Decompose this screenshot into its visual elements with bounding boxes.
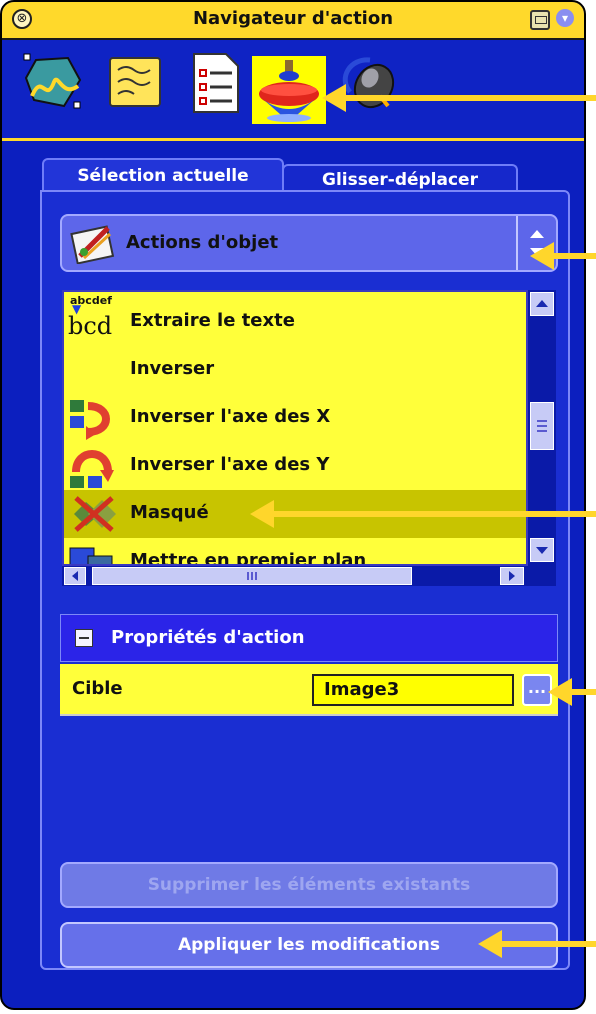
title-bar: ⊗ Navigateur d'action ▾ [2, 2, 584, 40]
annotation-arrow [478, 930, 596, 958]
window-title: Navigateur d'action [192, 8, 394, 29]
dock-icon[interactable] [530, 10, 550, 30]
object-actions-icon [70, 222, 116, 268]
list-item[interactable]: Inverser l'axe des Y [64, 442, 526, 490]
list-item[interactable]: Mettre en premier plan [64, 538, 526, 564]
signature-icon[interactable] [22, 52, 82, 110]
list-item[interactable]: abcdef ▼ bcd Extraire le texte [64, 294, 526, 346]
scroll-thumb[interactable] [92, 567, 412, 585]
scroll-corner [528, 566, 556, 586]
property-name: Cible [72, 678, 123, 699]
toolbar [2, 40, 584, 141]
scroll-right-button[interactable] [500, 567, 524, 585]
property-row-target: Cible Image3 ... [60, 664, 558, 716]
annotation-arrow [530, 242, 596, 270]
category-select-value: Actions d'objet [126, 232, 279, 253]
scroll-left-button[interactable] [64, 567, 86, 585]
actions-list: abcdef ▼ bcd Extraire le texte Inverser … [62, 290, 528, 566]
sticky-note-icon[interactable] [106, 52, 164, 110]
extract-text-icon: abcdef ▼ bcd [68, 294, 113, 340]
category-select[interactable]: Actions d'objet [60, 214, 558, 272]
horizontal-scrollbar[interactable] [62, 566, 528, 586]
collapse-icon[interactable] [75, 629, 93, 647]
tab-current-selection[interactable]: Sélection actuelle [42, 158, 284, 194]
scroll-thumb[interactable] [530, 402, 554, 450]
flip-y-icon [68, 442, 120, 494]
annotation-arrow [548, 678, 596, 706]
spinning-top-icon[interactable] [252, 56, 326, 124]
annotation-arrow [250, 500, 596, 528]
hidden-icon [70, 494, 120, 538]
delete-existing-button[interactable]: Supprimer les éléments existants [60, 862, 558, 908]
bring-to-front-icon [68, 542, 120, 564]
scroll-up-button[interactable] [530, 292, 554, 316]
scroll-down-button[interactable] [530, 538, 554, 562]
target-field[interactable]: Image3 [312, 674, 514, 706]
annotation-arrow [322, 84, 596, 112]
vertical-scrollbar[interactable] [528, 290, 556, 586]
menu-chevron-icon[interactable]: ▾ [556, 9, 574, 27]
action-properties-header[interactable]: Propriétés d'action [60, 614, 558, 662]
list-item[interactable]: Inverser l'axe des X [64, 394, 526, 442]
list-item[interactable]: Inverser [64, 346, 526, 394]
checklist-icon[interactable] [188, 52, 246, 113]
flip-x-icon [68, 396, 120, 446]
